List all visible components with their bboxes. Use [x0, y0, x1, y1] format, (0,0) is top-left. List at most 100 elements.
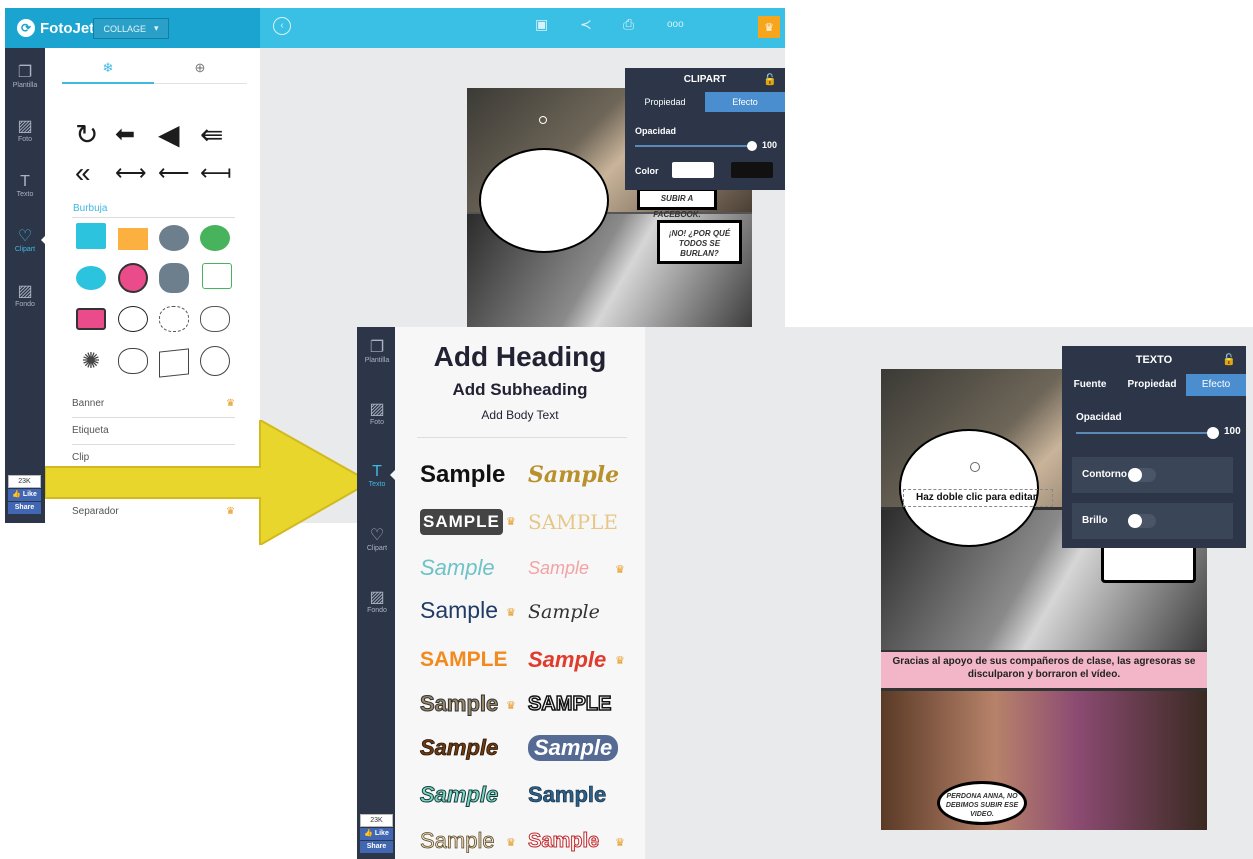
outline-label: Contorno [1082, 469, 1127, 480]
clipart-circle-left-icon[interactable]: ◀ [158, 120, 180, 150]
opacity-slider[interactable] [1076, 432, 1211, 434]
tab-efecto[interactable]: Efecto [1186, 374, 1246, 396]
sidebar-item-foto[interactable]: ▨ Foto [357, 401, 397, 426]
comic-box-apology[interactable]: PERDONA ANNA, NO DEBIMOS SUBIR ESE VIDEO… [937, 781, 1027, 825]
crown-icon[interactable]: ♛ [758, 16, 780, 38]
bubble-pink-rect[interactable] [76, 308, 106, 330]
tab-local[interactable]: ❄ [62, 60, 154, 76]
text-box-edit-hint[interactable]: Haz doble clic para editar [903, 489, 1053, 507]
caption-banner[interactable]: Gracias al apoyo de sus compañeros de cl… [881, 652, 1207, 688]
sidebar-item-plantilla[interactable]: ❐ Plantilla [5, 64, 45, 89]
clipart-dotted-arrow-icon[interactable]: ⇚ [200, 120, 223, 150]
list-item-banner[interactable]: Banner ♛ [72, 394, 235, 418]
rotate-handle[interactable] [970, 462, 980, 472]
sample-style-orange[interactable]: SAMPLE [420, 647, 508, 673]
stroke-color-swatch[interactable] [731, 162, 773, 178]
bubble-burst-outline[interactable]: ✺ [76, 348, 106, 374]
clipart-double-chevron-icon[interactable]: « [75, 158, 91, 188]
sidebar-item-texto[interactable]: T Texto [5, 173, 45, 198]
sample-style-navy[interactable]: Sample [420, 597, 498, 623]
bottom-window: ❐ Plantilla ▨ Foto T Texto ♡ Clipart ▨ Fondo … [357, 327, 1253, 859]
save-icon[interactable]: ▣ [535, 16, 548, 33]
lock-icon[interactable]: 🔓 [763, 68, 777, 92]
sample-style-red-script[interactable]: Sample [528, 647, 606, 673]
bubble-oval-outline[interactable] [200, 346, 230, 376]
bubble-pink-circle[interactable] [118, 263, 148, 293]
sample-style-pink-script[interactable]: Sample [528, 555, 589, 581]
sidebar-item-clipart[interactable]: ♡ Clipart [5, 228, 45, 253]
clipart-refresh-arrow-icon[interactable]: ↻ [75, 120, 98, 150]
bubble-cyan-square[interactable] [76, 223, 106, 249]
sample-style-gold-italic[interactable]: Sample [528, 462, 619, 488]
print-icon[interactable]: ⎙ [623, 16, 634, 33]
clipart-double-arrow-icon[interactable]: ⟷ [115, 158, 147, 188]
bubble-cloud-outline[interactable] [159, 306, 189, 332]
collapse-icon[interactable]: ‹ [273, 17, 291, 35]
sidebar-item-foto[interactable]: ▨ Foto [5, 118, 45, 143]
sidebar-item-plantilla[interactable]: ❐ Plantilla [357, 339, 397, 364]
add-body-text-button[interactable]: Add Body Text [395, 408, 645, 422]
bubble-green-outline[interactable] [202, 263, 232, 289]
snowflake-icon: ❄ [102, 60, 114, 75]
brightness-toggle[interactable] [1128, 514, 1156, 528]
like-button[interactable]: 👍 Like [360, 828, 393, 840]
share-icon[interactable]: ≺ [580, 16, 592, 33]
sidebar-item-clipart[interactable]: ♡ Clipart [357, 527, 397, 552]
sample-style-white-outline[interactable]: SAMPLE [527, 691, 612, 717]
bubble-cyan-cloud[interactable] [76, 266, 106, 290]
share-button[interactable]: Share [360, 841, 393, 853]
bubble-cloud-thin[interactable] [118, 348, 148, 374]
opacity-slider-handle[interactable] [1207, 427, 1219, 439]
add-heading-button[interactable]: Add Heading [395, 341, 645, 373]
fill-color-swatch[interactable] [672, 162, 714, 178]
tab-propiedad[interactable]: Propiedad [1118, 374, 1186, 396]
rotate-handle[interactable] [539, 116, 547, 124]
sidebar-item-fondo[interactable]: ▨ Fondo [5, 283, 45, 308]
bubble-thought-outline[interactable] [200, 306, 230, 332]
clipart-left-arrow-icon[interactable]: ⬅ [115, 120, 135, 150]
speech-cloud[interactable] [899, 429, 1039, 547]
sample-style-mint[interactable]: Sample [419, 782, 498, 808]
clipart-thin-left-arrow-icon[interactable]: ⟵ [158, 158, 190, 188]
sample-style-slate-badge[interactable]: Sample [528, 735, 619, 761]
bubble-paper-outline[interactable] [159, 348, 189, 378]
more-icon[interactable]: ooo [667, 19, 684, 30]
opacity-slider-handle[interactable] [747, 141, 757, 151]
add-subheading-button[interactable]: Add Subheading [395, 380, 645, 400]
tab-fuente[interactable]: Fuente [1062, 374, 1118, 396]
sample-style-brown-script[interactable]: Sample [420, 735, 499, 761]
sample-style-teal-script[interactable]: Sample [420, 555, 495, 581]
opacity-slider[interactable] [635, 145, 750, 147]
mode-select[interactable]: COLLAGE ▾ [93, 18, 169, 39]
clipart-line-arrow-icon[interactable]: ⟻ [200, 158, 232, 188]
sample-style-outlined-tan[interactable]: Sample [419, 691, 498, 717]
crown-icon: ♛ [226, 398, 235, 409]
bubble-green-oval[interactable] [200, 225, 230, 251]
outline-toggle[interactable] [1128, 468, 1156, 482]
opacity-label: Opacidad [635, 126, 677, 136]
speech-cloud[interactable] [479, 148, 609, 253]
sidebar-item-fondo[interactable]: ▨ Fondo [357, 589, 397, 614]
lock-icon[interactable]: 🔓 [1222, 346, 1236, 374]
comic-box-facebook[interactable]: SUBIR A FACEBOOK. [637, 188, 717, 219]
sidebar-item-label: Fondo [15, 301, 35, 308]
sample-style-serif-gold[interactable]: SAMPLE [528, 509, 618, 535]
bubble-orange-banner[interactable] [118, 228, 148, 250]
comic-box-why[interactable]: ¡NO! ¿POR QUÉ TODOS SE BURLAN? [657, 220, 742, 264]
bubble-grey-oval[interactable] [159, 225, 189, 251]
share-button[interactable]: Share [8, 502, 41, 514]
photo-cafeteria[interactable] [881, 691, 1207, 830]
sample-style-block[interactable]: SAMPLE [420, 509, 503, 535]
panel-title: TEXTO [1135, 354, 1173, 366]
tab-web[interactable]: ⊕ [154, 60, 246, 76]
sample-style-bold-black[interactable]: Sample [420, 462, 505, 488]
sample-style-calligraphy[interactable]: Sample [528, 599, 600, 625]
tab-efecto[interactable]: Efecto [705, 92, 785, 112]
bubble-black-outline[interactable] [118, 306, 148, 332]
sample-style-blue[interactable]: Sample [528, 782, 607, 808]
like-button[interactable]: 👍 Like [8, 489, 41, 501]
tab-propiedad[interactable]: Propiedad [625, 92, 705, 112]
sample-style-red-outline[interactable]: Sample [527, 828, 599, 854]
bubble-grey-burst[interactable] [159, 263, 189, 293]
sample-style-cream[interactable]: Sample [420, 828, 495, 854]
